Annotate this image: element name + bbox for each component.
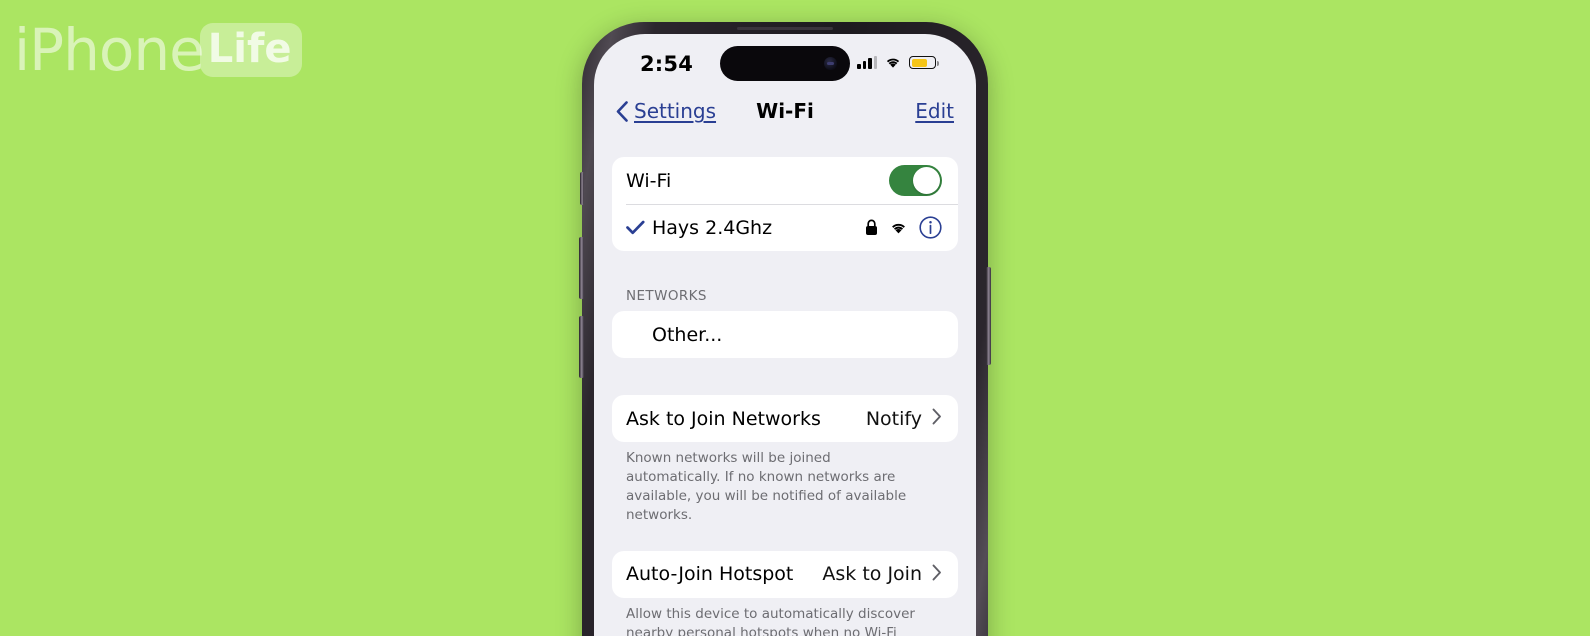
edit-button[interactable]: Edit [915,99,954,123]
wifi-toggle-row[interactable]: Wi-Fi [612,157,958,204]
lock-icon [865,219,878,236]
watermark-life-text: Life [207,26,292,72]
side-power-button[interactable] [986,267,991,365]
mute-switch-button[interactable] [580,172,584,205]
wifi-toggle-knob [913,167,940,194]
watermark-life-badge: Life [199,23,302,77]
volume-up-button[interactable] [579,237,584,299]
connected-network-name: Hays 2.4Ghz [652,216,773,239]
wifi-card: Wi-Fi Hays 2.4Ghz [612,157,958,251]
chevron-right-icon [932,564,942,585]
auto-join-hotspot-value: Ask to Join [822,563,922,586]
wifi-icon [889,221,908,235]
wifi-toggle-switch[interactable] [889,165,942,196]
other-network-label: Other... [652,323,723,346]
wifi-icon [884,56,902,69]
chevron-right-icon [932,408,942,429]
navigation-bar: Settings Wi-Fi Edit [594,90,976,132]
ask-to-join-networks-row[interactable]: Ask to Join Networks Notify [612,395,958,442]
volume-down-button[interactable] [579,316,584,378]
auto-join-hotspot-card: Auto-Join Hotspot Ask to Join [612,550,958,598]
status-bar: 2:54 [594,34,976,90]
ask-to-join-networks-footer: Known networks will be joined automatica… [626,450,907,524]
connected-network-row[interactable]: Hays 2.4Ghz [612,204,958,251]
cellular-bars-icon [857,56,877,69]
other-network-row[interactable]: Other... [612,311,958,358]
info-circle-icon[interactable] [919,216,942,239]
watermark-iphone-text: iPhone [14,16,205,84]
auto-join-hotspot-row[interactable]: Auto-Join Hotspot Ask to Join [612,551,958,598]
settings-content: Wi-Fi Hays 2.4Ghz NETWORKS Other... Ask … [594,132,976,636]
networks-section-header: NETWORKS [626,288,707,304]
wifi-toggle-label: Wi-Fi [626,169,672,192]
back-to-settings-button[interactable]: Settings [616,99,716,123]
ask-to-join-networks-label: Ask to Join Networks [626,407,821,430]
battery-low-power-icon [909,56,939,69]
iphone-device-frame: 2:54 Settings Wi-Fi Edit Wi-Fi Hays 2.4G… [579,22,991,636]
status-bar-indicators [857,56,939,69]
auto-join-hotspot-label: Auto-Join Hotspot [626,563,794,586]
ask-to-join-networks-card: Ask to Join Networks Notify [612,395,958,442]
network-row-icons [865,216,942,239]
status-bar-time: 2:54 [640,52,694,76]
ask-to-join-networks-value: Notify [865,407,922,430]
page-title: Wi-Fi [756,99,814,123]
networks-card: Other... [612,311,958,358]
iphone-life-watermark-logo: iPhone Life [14,14,302,86]
front-camera-icon [824,57,837,70]
back-button-label: Settings [634,99,717,123]
checkmark-icon [626,220,652,235]
earpiece-speaker-slot [737,27,833,30]
dynamic-island [720,46,850,81]
auto-join-hotspot-footer: Allow this device to automatically disco… [626,605,915,636]
chevron-left-icon [616,100,628,122]
phone-screen: 2:54 Settings Wi-Fi Edit Wi-Fi Hays 2.4G… [594,34,976,636]
